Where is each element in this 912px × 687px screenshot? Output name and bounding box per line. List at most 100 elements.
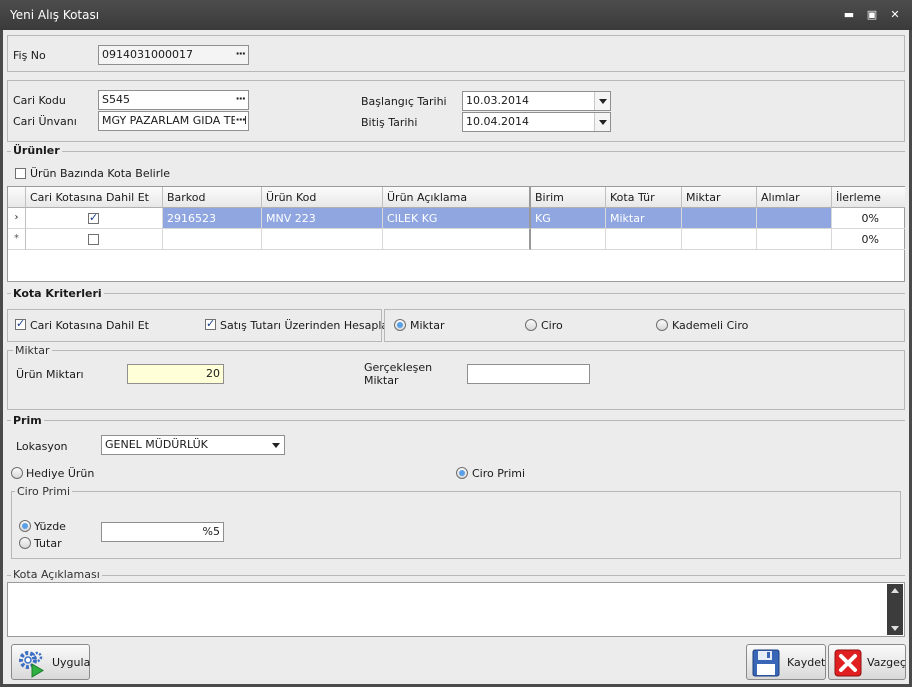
table-cell-urun-kod[interactable]	[262, 229, 383, 250]
ciro-primi-title: Ciro Primi	[15, 485, 73, 498]
lokasyon-select[interactable]: GENEL MÜDÜRLÜK	[101, 435, 285, 455]
kota-tur-panel	[384, 309, 905, 342]
ciro-primi-label: Ciro Primi	[472, 467, 526, 480]
scroll-down-icon[interactable]	[891, 626, 899, 631]
column-header[interactable]: Ürün Açıklama	[383, 187, 531, 208]
gerceklesen-miktar-field[interactable]	[467, 364, 590, 384]
table-cell-aciklama[interactable]: CILEK KG	[383, 208, 531, 229]
urunler-divider	[7, 151, 905, 152]
cari-unvan-lookup-icon[interactable]: ···	[235, 113, 246, 126]
gerceklesen-miktar-label: Miktar	[364, 374, 399, 387]
table-cell-cari-kota[interactable]	[26, 229, 163, 250]
lookup-button-icon[interactable]: ···	[235, 47, 246, 60]
cari-kotasina-checkbox[interactable]	[15, 317, 26, 330]
chevron-down-icon[interactable]	[268, 436, 284, 454]
baslangic-tarihi-value: 10.03.2014	[466, 94, 529, 107]
table-cell-birim[interactable]	[531, 229, 606, 250]
cari-kodu-label: Cari Kodu	[13, 94, 66, 107]
tutar-label: Tutar	[34, 537, 62, 550]
cari-kotasina-label: Cari Kotasına Dahil Et	[30, 319, 149, 332]
scrollbar[interactable]	[887, 584, 903, 635]
kota-kriterleri-divider	[7, 293, 905, 294]
satis-tutari-checkbox[interactable]	[205, 317, 216, 330]
cari-kodu-value: S545	[102, 93, 130, 106]
miktar-radio-label: Miktar	[410, 319, 445, 332]
kademeli-ciro-radio[interactable]	[656, 319, 668, 331]
column-header[interactable]: Barkod	[163, 187, 262, 208]
ciro-primi-radio[interactable]	[456, 467, 468, 479]
urun-bazinda-checkbox[interactable]	[15, 168, 26, 179]
column-header[interactable]: Miktar	[682, 187, 757, 208]
cancel-x-icon	[834, 649, 862, 677]
lokasyon-value: GENEL MÜDÜRLÜK	[105, 438, 208, 451]
miktar-radio[interactable]	[394, 319, 406, 331]
baslangic-tarihi-picker[interactable]: 10.03.2014	[462, 91, 611, 111]
ciro-orani-input[interactable]: %5	[101, 522, 224, 542]
table-cell-ilerleme[interactable]: 0%	[832, 229, 905, 250]
table-cell-alimlar[interactable]	[757, 229, 832, 250]
fis-no-field[interactable]: 0914031000017 ···	[98, 45, 249, 65]
table-cell-miktar[interactable]	[682, 208, 757, 229]
cari-kodu-lookup-icon[interactable]: ···	[235, 92, 246, 105]
cari-kota-checkbox[interactable]	[88, 211, 99, 224]
table-cell-ilerleme[interactable]: 0%	[832, 208, 905, 229]
kota-kriterleri-title: Kota Kriterleri	[11, 287, 104, 300]
fis-no-value: 0914031000017	[102, 48, 193, 61]
maximize-icon[interactable]: ▣	[863, 6, 881, 24]
minimize-icon[interactable]: ▬	[840, 6, 858, 24]
vazgec-label: Vazgeç	[867, 656, 906, 669]
bitis-tarihi-picker[interactable]: 10.04.2014	[462, 112, 611, 132]
urun-miktari-label: Ürün Miktarı	[16, 368, 84, 381]
column-header[interactable]: Cari Kotasına Dahil Et	[26, 187, 163, 208]
table-cell-kota-tur[interactable]	[606, 229, 682, 250]
satis-tutari-label: Satış Tutarı Üzerinden Hesapla	[220, 319, 389, 332]
row-indicator-header	[8, 187, 26, 208]
table-cell-barkod[interactable]	[163, 229, 262, 250]
cari-kodu-field[interactable]: S545 ···	[98, 90, 249, 110]
table-cell-miktar[interactable]	[682, 229, 757, 250]
column-header[interactable]: Birim	[531, 187, 606, 208]
urunler-table[interactable]: Cari Kotasına Dahil Et Barkod Ürün Kod Ü…	[7, 186, 905, 282]
yuzde-radio[interactable]	[19, 520, 31, 532]
settings-gear-icon	[19, 651, 44, 678]
cari-unvan-field[interactable]: MGY PAZARLAM GIDA TEM ···	[98, 111, 249, 131]
chevron-down-icon[interactable]	[594, 92, 610, 110]
uygula-label: Uygula	[52, 656, 91, 669]
vazgec-button[interactable]: Vazgeç	[828, 644, 906, 680]
ciro-radio-label: Ciro	[541, 319, 563, 332]
kaydet-button[interactable]: Kaydet	[746, 644, 826, 680]
table-cell-urun-kod[interactable]: MNV 223	[262, 208, 383, 229]
prim-title: Prim	[11, 414, 44, 427]
urun-bazinda-label: Ürün Bazında Kota Belirle	[30, 167, 171, 180]
column-header[interactable]: Alımlar	[757, 187, 832, 208]
table-cell-alimlar[interactable]	[757, 208, 832, 229]
close-icon[interactable]: ✕	[886, 6, 904, 24]
hediye-urun-radio[interactable]	[11, 467, 23, 479]
gerceklesen-label: Gerçekleşen	[364, 361, 433, 374]
scroll-up-icon[interactable]	[891, 588, 899, 593]
hediye-urun-label: Hediye Ürün	[26, 467, 95, 480]
chevron-down-icon[interactable]	[594, 113, 610, 131]
urun-miktari-input[interactable]: 20	[127, 364, 224, 384]
uygula-button[interactable]: Uygula	[11, 644, 90, 680]
fis-no-label: Fiş No	[13, 49, 46, 62]
table-cell-aciklama[interactable]	[383, 229, 531, 250]
table-cell-barkod[interactable]: 2916523	[163, 208, 262, 229]
title-bar: Yeni Alış Kotası ▬ ▣ ✕	[0, 0, 912, 30]
column-header[interactable]: İlerleme	[832, 187, 905, 208]
tutar-radio[interactable]	[19, 537, 31, 549]
window-title: Yeni Alış Kotası	[10, 8, 100, 22]
table-cell-birim[interactable]: KG	[531, 208, 606, 229]
table-cell-cari-kota[interactable]	[26, 208, 163, 229]
column-header[interactable]: Kota Tür	[606, 187, 682, 208]
miktar-title: Miktar	[13, 344, 52, 357]
bitis-tarihi-label: Bitiş Tarihi	[361, 116, 418, 129]
baslangic-tarihi-label: Başlangıç Tarihi	[361, 95, 447, 108]
column-header[interactable]: Ürün Kod	[262, 187, 383, 208]
ciro-radio[interactable]	[525, 319, 537, 331]
kaydet-label: Kaydet	[787, 656, 826, 669]
cari-kota-checkbox[interactable]	[88, 234, 99, 245]
kota-aciklamasi-textarea[interactable]	[7, 582, 905, 637]
bitis-tarihi-value: 10.04.2014	[466, 115, 529, 128]
table-cell-kota-tur[interactable]: Miktar	[606, 208, 682, 229]
